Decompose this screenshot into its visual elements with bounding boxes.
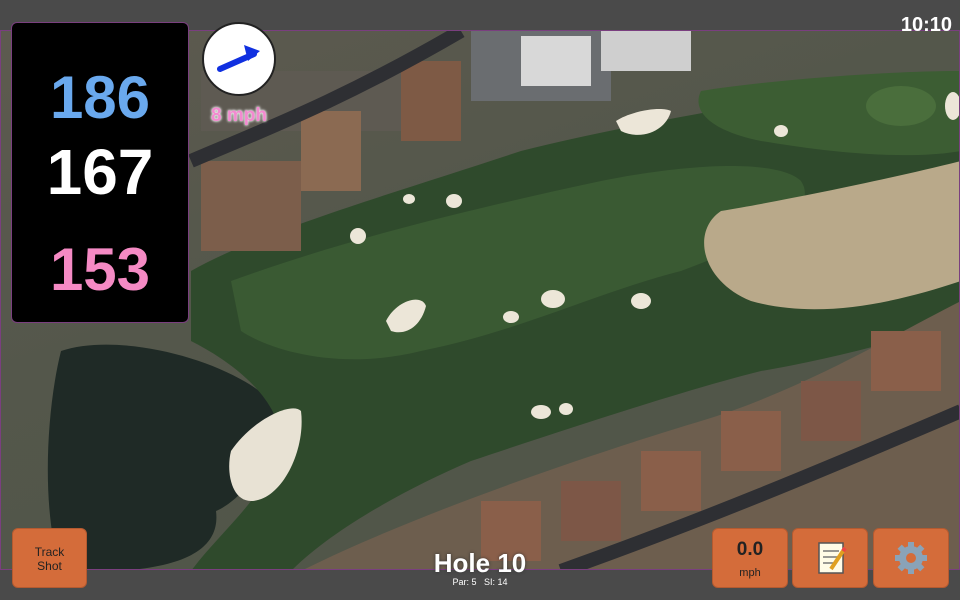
notes-button[interactable] <box>792 528 868 588</box>
arrow-right-up-icon <box>217 45 260 72</box>
track-shot-label-line1: Track <box>34 545 65 559</box>
speed-value: 0.0 <box>736 539 764 560</box>
track-shot-label-line2: Shot <box>37 559 62 573</box>
notepad-icon <box>818 542 847 574</box>
wind-speed-label: 8 mph <box>211 105 267 126</box>
hole-meta: Par: 5 SI: 14 <box>430 577 530 587</box>
settings-button[interactable] <box>873 528 949 588</box>
track-shot-button[interactable]: Track Shot <box>12 528 87 588</box>
wind-direction-dial <box>202 22 276 96</box>
speed-unit: mph <box>739 567 761 579</box>
yardage-panel[interactable]: 186 167 153 <box>11 22 189 323</box>
center-yardage: 167 <box>46 136 154 208</box>
gear-icon <box>895 542 927 574</box>
clock-time: 10:10 <box>900 14 952 36</box>
golf-gps-screen: 10:10 186 167 153 8 mph Track Shot Hole … <box>0 0 960 600</box>
speed-button[interactable]: 0.0 mph <box>712 528 788 588</box>
back-yardage: 186 <box>49 64 151 131</box>
hole-title: Hole 10 <box>433 548 527 578</box>
front-yardage: 153 <box>49 236 151 303</box>
hole-stroke-index: SI: 14 <box>484 577 508 587</box>
hole-par: Par: 5 <box>452 577 477 587</box>
